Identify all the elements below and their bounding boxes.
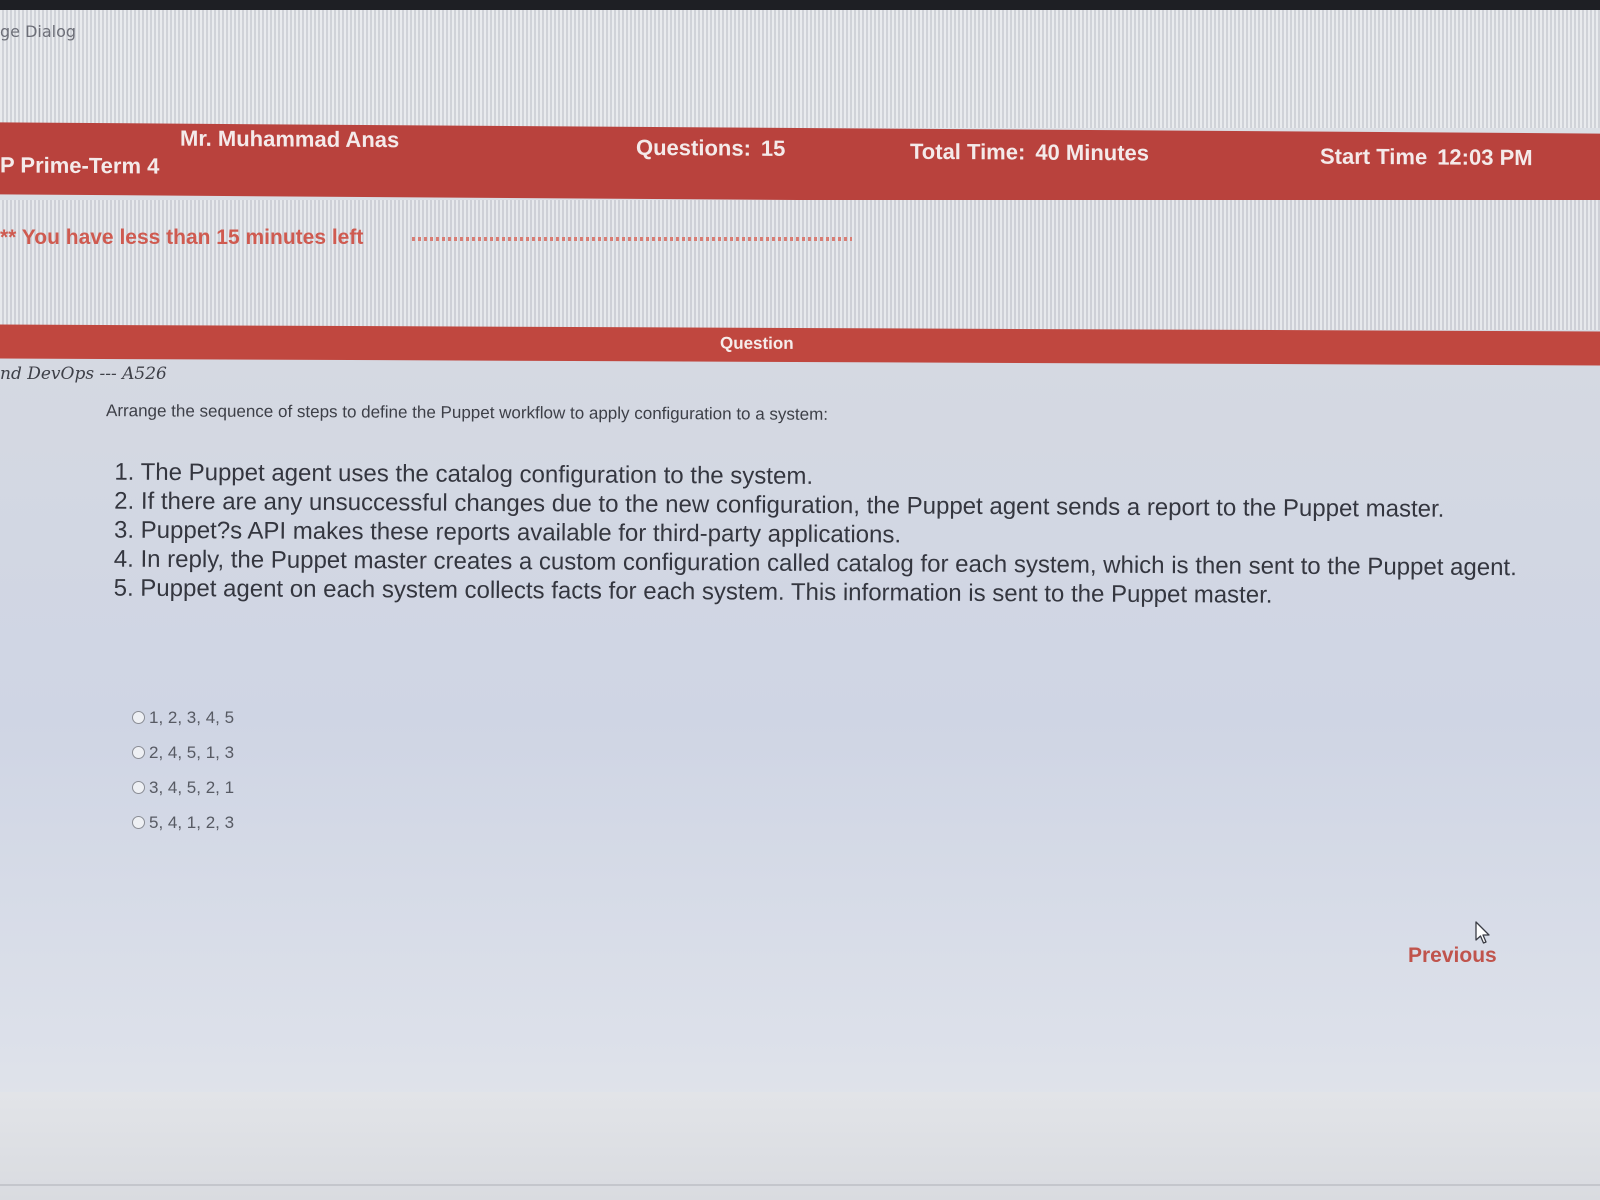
radio-button[interactable] [132, 711, 145, 724]
exam-header-bar: Mr. Muhammad Anas P Prime-Term 4 Questio… [0, 122, 1600, 206]
start-time-value: 12:03 PM [1437, 144, 1533, 171]
answer-option-1[interactable]: 1, 2, 3, 4, 5 [132, 700, 234, 735]
course-name: P Prime-Term 4 [0, 152, 160, 179]
questions-label: Questions: [636, 134, 751, 161]
dialog-title: ge Dialog [0, 22, 77, 41]
question-bar-label: Question [720, 333, 794, 353]
time-warning: ** You have less than 15 minutes left [0, 226, 364, 249]
question-prompt: Arrange the sequence of steps to define … [105, 401, 829, 424]
questions-count: Questions: 15 [636, 135, 785, 162]
questions-value: 15 [760, 135, 786, 161]
answer-option-3[interactable]: 3, 4, 5, 2, 1 [132, 770, 234, 805]
answer-options: 1, 2, 3, 4, 5 2, 4, 5, 1, 3 3, 4, 5, 2, … [132, 700, 234, 840]
answer-option-4[interactable]: 5, 4, 1, 2, 3 [132, 805, 234, 840]
question-bar: Question [0, 324, 1600, 366]
radio-button[interactable] [132, 781, 145, 794]
warning-dotted-line [412, 237, 852, 241]
teacher-name: Mr. Muhammad Anas [180, 125, 400, 153]
option-label: 5, 4, 1, 2, 3 [149, 812, 235, 832]
option-label: 2, 4, 5, 1, 3 [149, 742, 235, 762]
radio-button[interactable] [132, 746, 145, 759]
mouse-pointer-icon [1475, 921, 1490, 944]
course-code: nd DevOps --- A526 [0, 364, 167, 384]
title-area [0, 10, 1600, 128]
option-label: 3, 4, 5, 2, 1 [149, 777, 235, 797]
total-time: Total Time: 40 Minutes [910, 139, 1149, 167]
total-time-value: 40 Minutes [1035, 139, 1150, 166]
total-time-label: Total Time: [910, 138, 1026, 165]
footer-divider [0, 1184, 1600, 1186]
radio-button[interactable] [132, 816, 145, 829]
warning-area [0, 200, 1600, 330]
option-label: 1, 2, 3, 4, 5 [149, 707, 235, 727]
answer-option-2[interactable]: 2, 4, 5, 1, 3 [132, 735, 234, 770]
screen-bezel [0, 0, 1600, 10]
start-time-label: Start Time [1320, 143, 1428, 170]
previous-button[interactable]: Previous [1408, 944, 1497, 968]
workflow-steps-list: 1. The Puppet agent uses the catalog con… [114, 458, 1545, 612]
start-time: Start Time 12:03 PM [1320, 144, 1533, 171]
